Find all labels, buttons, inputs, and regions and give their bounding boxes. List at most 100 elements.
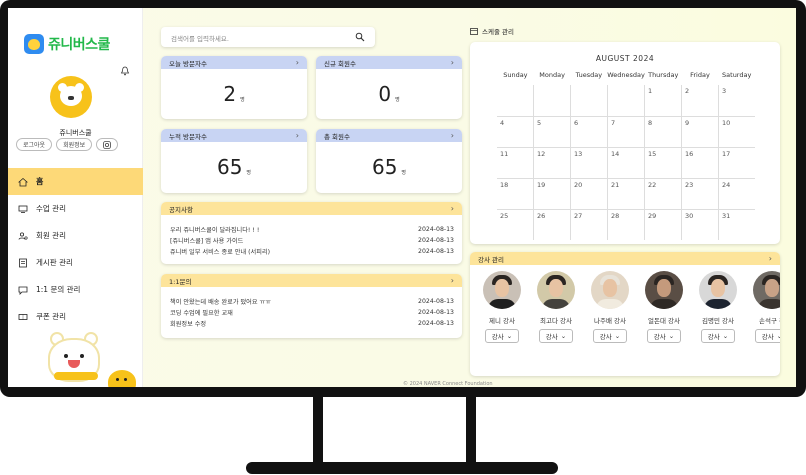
teacher-item[interactable]: 손석구 강 강사⌄ <box>752 271 780 343</box>
calendar-day[interactable]: 22 <box>644 179 681 209</box>
instagram-button[interactable] <box>96 138 119 151</box>
sidebar-item-coupons[interactable]: 쿠폰 관리 <box>8 303 143 330</box>
stat-unit: 명 <box>240 97 245 103</box>
teacher-name: 손석구 강 <box>759 317 780 325</box>
calendar-day[interactable]: 10 <box>718 117 755 147</box>
home-icon <box>18 177 28 186</box>
chevron-right-icon[interactable]: › <box>296 131 299 140</box>
sidebar-item-home[interactable]: 홈 <box>8 168 143 195</box>
stat-label: 총 회원수 <box>324 132 350 141</box>
teacher-item[interactable]: 나주배 강사 강사 ⌄ <box>590 271 630 343</box>
calendar-day[interactable]: 29 <box>644 210 681 240</box>
teacher-select[interactable]: 강사 ⌄ <box>701 329 735 343</box>
teacher-item[interactable]: 김명민 강사 강사 ⌄ <box>698 271 738 343</box>
teacher-item[interactable]: 최고다 강사 강사 ⌄ <box>536 271 576 343</box>
calendar-day[interactable]: 20 <box>570 179 607 209</box>
sidebar-item-board[interactable]: 게시판 관리 <box>8 249 143 276</box>
calendar-day[interactable]: 13 <box>570 148 607 178</box>
calendar-day[interactable]: 18 <box>497 179 533 209</box>
chevron-right-icon[interactable]: › <box>451 58 454 67</box>
chevron-right-icon[interactable]: › <box>451 131 454 140</box>
calendar-day[interactable] <box>497 85 533 116</box>
chevron-right-icon[interactable]: › <box>769 254 772 263</box>
teachers-card: 강사 관리 › 제니 강사 강사 ⌄ 최고다 강사 강사 ⌄ 나주배 강사 강사 ⌄ <box>470 252 780 376</box>
stat-value: 65 <box>216 155 243 179</box>
inquiry-row[interactable]: 회원정보 수정 2024-08-13 <box>161 318 462 329</box>
calendar-day[interactable]: 3 <box>718 85 755 116</box>
calendar-day[interactable]: 28 <box>607 210 644 240</box>
calendar-day[interactable]: 2 <box>681 85 718 116</box>
teacher-select[interactable]: 강사 ⌄ <box>593 329 627 343</box>
calendar-day[interactable]: 12 <box>533 148 570 178</box>
teacher-select[interactable]: 강사 ⌄ <box>539 329 573 343</box>
sidebar-item-inquiries[interactable]: 1:1 문의 관리 <box>8 276 143 303</box>
teacher-photo <box>537 271 575 309</box>
bell-icon[interactable] <box>120 66 130 76</box>
profile-actions: 로그아웃 회원정보 <box>16 138 119 151</box>
inquiry-row[interactable]: 코딩 수업에 필요한 교재 2024-08-13 <box>161 307 462 318</box>
brand-logo[interactable]: 쥬니버스쿨 <box>24 34 110 54</box>
notice-row[interactable]: 쥬니버 일부 서비스 종료 안내 (서피리) 2024-08-13 <box>161 246 462 257</box>
calendar-day[interactable]: 14 <box>607 148 644 178</box>
sidebar-item-classes[interactable]: 수업 관리 <box>8 195 143 222</box>
instagram-icon <box>103 140 112 149</box>
chevron-down-icon: ⌄ <box>506 332 513 340</box>
logout-button[interactable]: 로그아웃 <box>16 138 53 151</box>
calendar-day[interactable]: 9 <box>681 117 718 147</box>
calendar-day[interactable]: 1 <box>644 85 681 116</box>
calendar-day[interactable]: 23 <box>681 179 718 209</box>
users-icon <box>18 231 28 240</box>
calendar-day[interactable]: 17 <box>718 148 755 178</box>
chevron-right-icon[interactable]: › <box>296 58 299 67</box>
calendar-day[interactable]: 5 <box>533 117 570 147</box>
calendar-day[interactable]: 7 <box>607 117 644 147</box>
avatar[interactable] <box>50 76 92 118</box>
coupon-icon <box>18 313 28 320</box>
calendar-day[interactable]: 15 <box>644 148 681 178</box>
chevron-down-icon: ⌄ <box>614 332 621 340</box>
search-bar[interactable]: 검색어를 입력하세요. <box>161 27 375 47</box>
calendar-grid: 1 2 3 4 5 6 7 8 9 10 11 12 13 14 15 16 1… <box>497 85 755 240</box>
calendar-day[interactable]: 31 <box>718 210 755 240</box>
stat-card-total-members[interactable]: 총 회원수 › 65 명 <box>316 129 462 193</box>
notice-row[interactable]: 우리 쥬니버스쿨이 달라집니다! ! ! 2024-08-13 <box>161 224 462 235</box>
search-input[interactable]: 검색어를 입력하세요. <box>171 33 229 43</box>
teacher-select[interactable]: 강사 ⌄ <box>755 329 780 343</box>
chevron-right-icon[interactable]: › <box>451 204 454 213</box>
chevron-right-icon[interactable]: › <box>451 276 454 285</box>
calendar-day[interactable]: 25 <box>497 210 533 240</box>
calendar-day[interactable] <box>570 85 607 116</box>
teacher-name: 최고다 강사 <box>540 317 572 325</box>
stat-card-total-visitors[interactable]: 누적 방문자수 › 65 명 <box>161 129 307 193</box>
stat-value: 2 <box>223 82 237 106</box>
teacher-select[interactable]: 강사 ⌄ <box>647 329 681 343</box>
teacher-photo <box>699 271 737 309</box>
sidebar-item-members[interactable]: 회원 관리 <box>8 222 143 249</box>
stat-card-today-visitors[interactable]: 오늘 방문자수 › 2명 <box>161 56 307 119</box>
teacher-select[interactable]: 강사 ⌄ <box>485 329 519 343</box>
calendar-day[interactable]: 8 <box>644 117 681 147</box>
inquiry-row[interactable]: 책이 안왔는데 배송 완료가 떴어요 ㅠㅠ 2024-08-13 <box>161 296 462 307</box>
stat-unit: 명 <box>395 97 400 103</box>
calendar-day[interactable]: 19 <box>533 179 570 209</box>
footer-copyright: © 2024 NAVER Connect Foundation <box>403 381 493 387</box>
calendar-day[interactable]: 11 <box>497 148 533 178</box>
teacher-item[interactable]: 얼돈대 강사 강사 ⌄ <box>644 271 684 343</box>
member-info-button[interactable]: 회원정보 <box>56 138 93 151</box>
logo-text: 쥬니버스쿨 <box>48 37 110 53</box>
calendar-day[interactable]: 26 <box>533 210 570 240</box>
notice-row[interactable]: [쥬니버스쿨] 앱 사용 가이드 2024-08-13 <box>161 235 462 246</box>
calendar-day[interactable]: 24 <box>718 179 755 209</box>
calendar-day[interactable]: 16 <box>681 148 718 178</box>
calendar-day[interactable] <box>607 85 644 116</box>
calendar-day[interactable] <box>533 85 570 116</box>
teacher-item[interactable]: 제니 강사 강사 ⌄ <box>482 271 522 343</box>
calendar-day[interactable]: 4 <box>497 117 533 147</box>
search-icon[interactable] <box>355 32 365 42</box>
chevron-down-icon: ⌄ <box>560 332 567 340</box>
stat-card-new-members[interactable]: 신규 회원수 › 0명 <box>316 56 462 119</box>
calendar-day[interactable]: 21 <box>607 179 644 209</box>
calendar-day[interactable]: 6 <box>570 117 607 147</box>
calendar-day[interactable]: 30 <box>681 210 718 240</box>
calendar-day[interactable]: 27 <box>570 210 607 240</box>
